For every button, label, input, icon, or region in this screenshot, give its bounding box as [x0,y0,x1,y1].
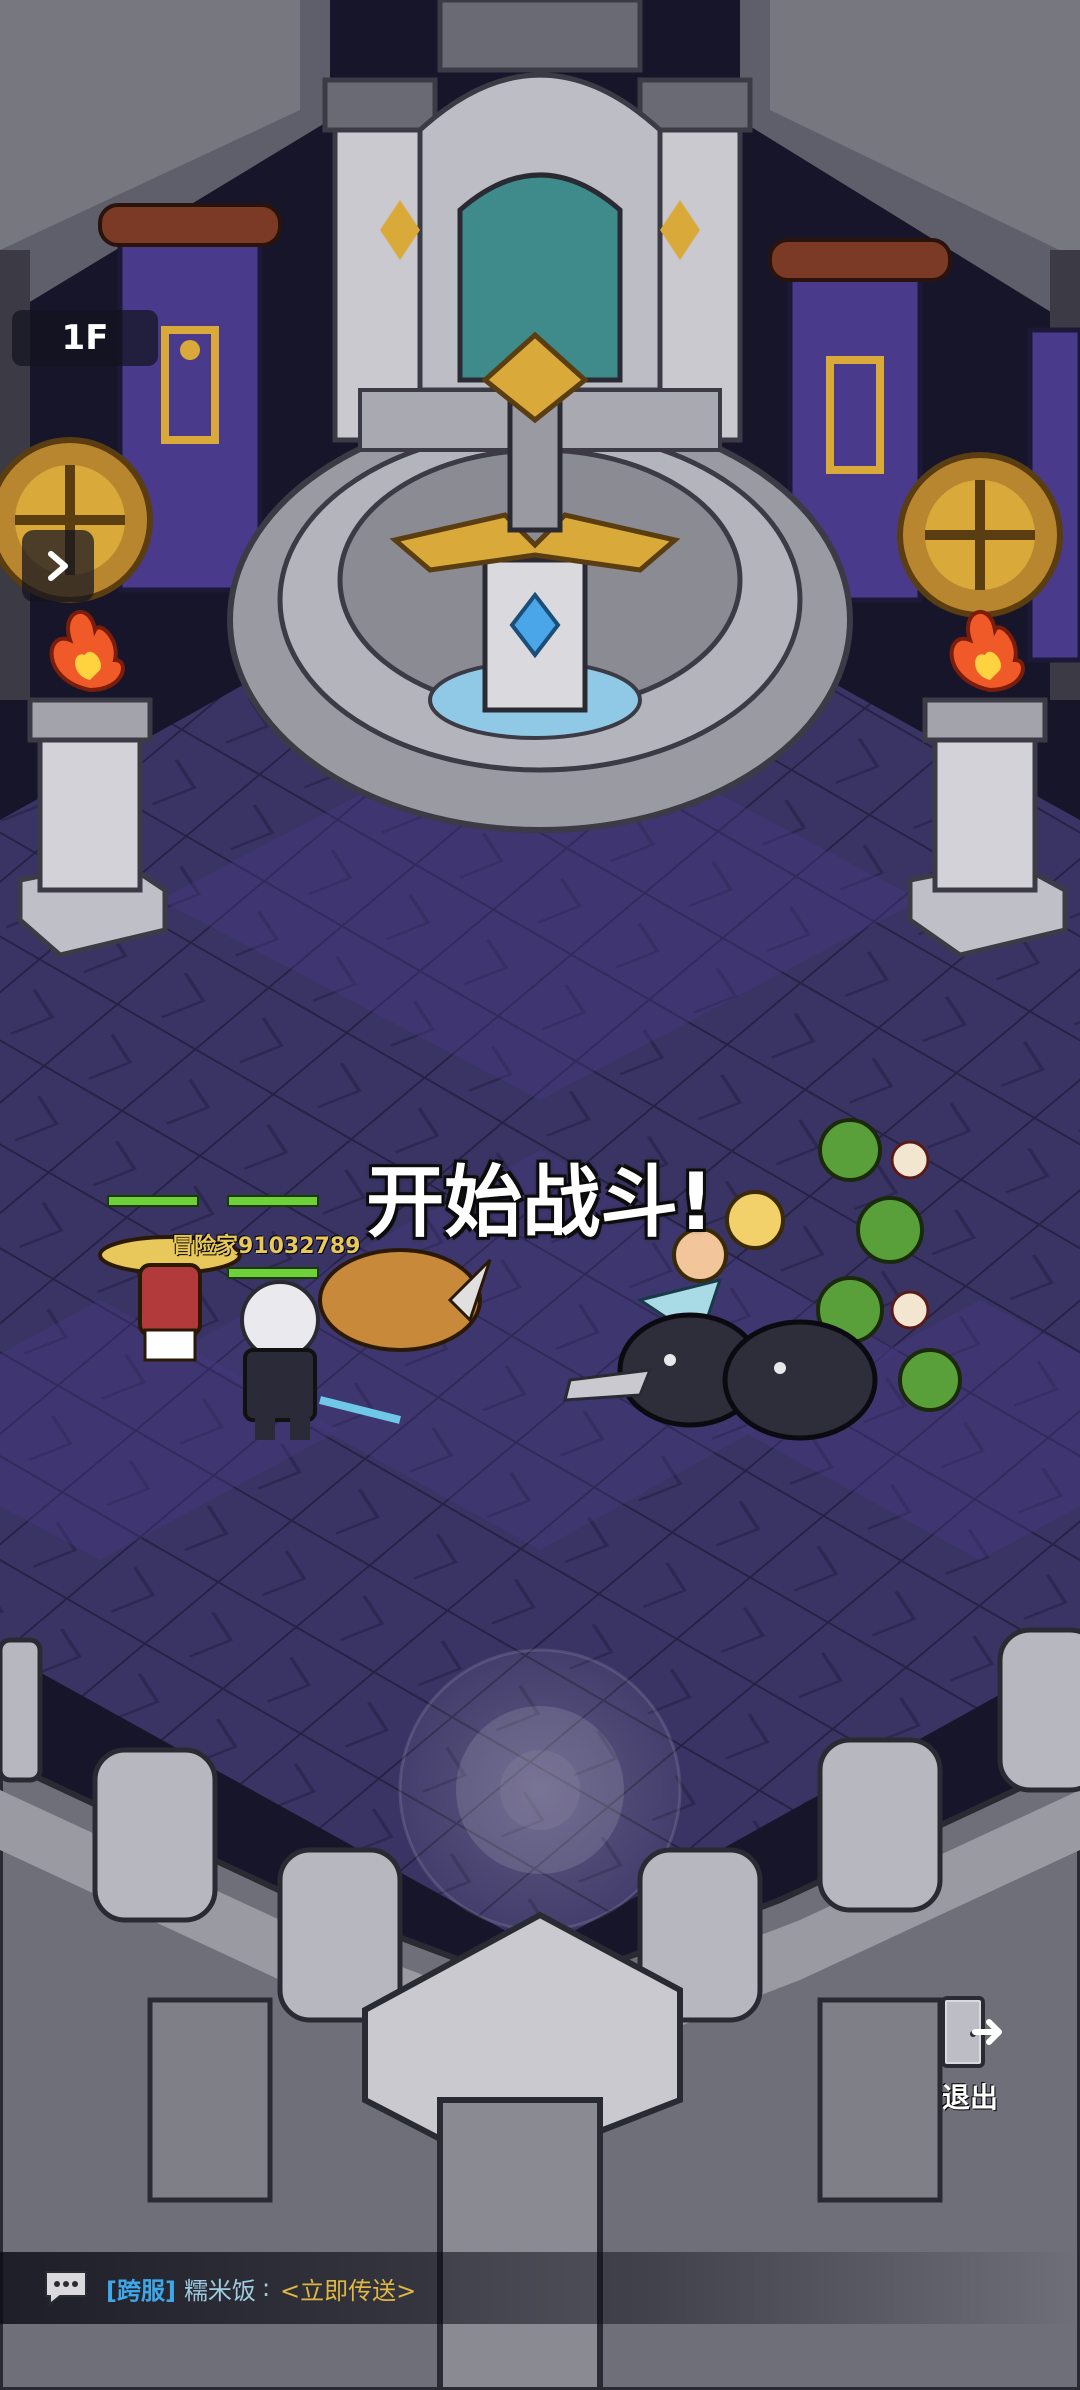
exit-label: 退出 [941,2081,998,2114]
chat-channel-tag: [跨服] [106,2276,176,2305]
battle-start-banner: 开始战斗! [366,1158,714,1248]
world-chat-bar[interactable]: [跨服] 糯米饭 : <立即传送> [0,2252,1080,2324]
gold-shield-right [897,452,1063,618]
floor-indicator: 1F [12,310,158,366]
chat-separator: : [261,2274,271,2302]
expand-panel-button[interactable] [22,530,94,602]
player-name-label: 冒险家91032789 [172,1234,361,1259]
chevron-right-icon [48,551,68,581]
chat-bubble-icon[interactable] [42,2268,90,2308]
exit-door-icon [941,1996,1002,2068]
exit-button[interactable]: 退出 [910,1992,1030,2122]
chat-teleport-link[interactable]: <立即传送> [280,2271,416,2306]
chat-sender-name[interactable]: 糯米饭 [184,2271,256,2306]
